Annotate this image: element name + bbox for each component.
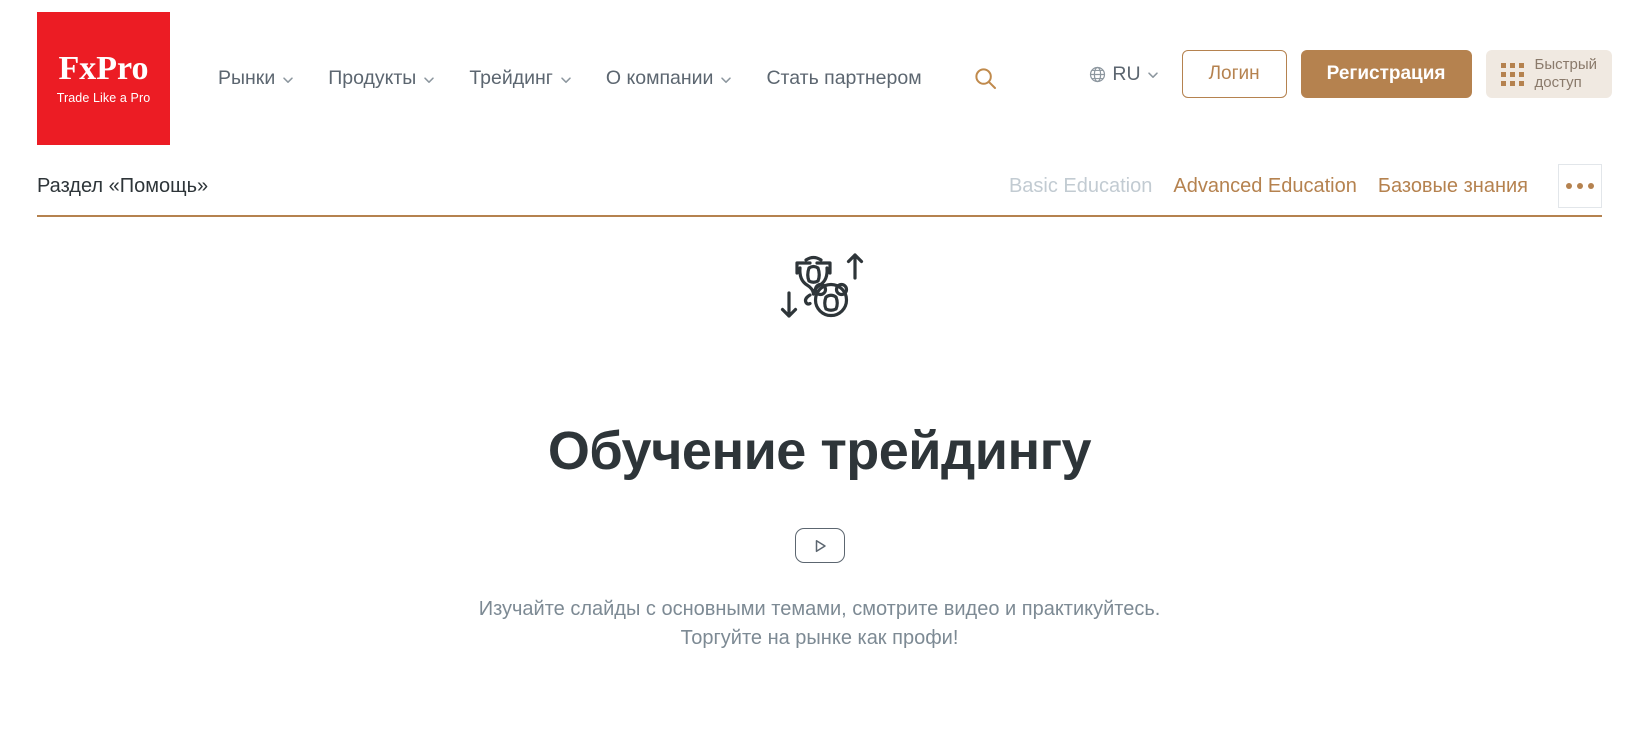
section-subnav: Раздел «Помощь» Basic Education Advanced… — [0, 157, 1639, 234]
main-navigation: Рынки Продукты Трейдинг О компании Стать — [218, 67, 997, 90]
register-button[interactable]: Регистрация — [1300, 50, 1472, 98]
subnav-tabs: Basic Education Advanced Education Базов… — [1009, 164, 1602, 208]
chevron-down-icon — [720, 74, 732, 86]
ellipsis-icon[interactable] — [1558, 164, 1602, 208]
site-header: FxPro Trade Like a Pro Рынки Продукты Тр… — [0, 0, 1639, 157]
hero-description-line-2: Торгуйте на рынке как профи! — [680, 627, 959, 649]
hero-description-line-1: Изучайте слайды с основными темами, смот… — [478, 598, 1161, 620]
chevron-down-icon — [560, 74, 572, 86]
language-value: RU — [1112, 62, 1141, 85]
tab-basic-knowledge[interactable]: Базовые знания — [1378, 175, 1528, 198]
hero-description: Изучайте слайды с основными темами, смот… — [0, 595, 1639, 653]
header-actions: RU Логин Регистрация Быстрый доступ — [1089, 50, 1612, 98]
nav-item-label: Продукты — [328, 67, 417, 89]
logo-wordmark: FxPro — [58, 50, 149, 87]
nav-item-products[interactable]: Продукты — [328, 67, 435, 90]
nav-item-trading[interactable]: Трейдинг — [469, 67, 572, 90]
quick-access-button[interactable]: Быстрый доступ — [1485, 50, 1612, 98]
login-button[interactable]: Логин — [1181, 50, 1287, 98]
fxpro-logo[interactable]: FxPro Trade Like a Pro — [37, 12, 170, 145]
globe-icon — [1089, 66, 1106, 83]
page-title: Раздел «Помощь» — [37, 174, 209, 197]
hero-section: Обучение трейдингу Изучайте слайды с осн… — [0, 234, 1639, 653]
tab-basic-education[interactable]: Basic Education — [1009, 175, 1152, 198]
grid-dots-icon — [1500, 62, 1524, 86]
hero-title: Обучение трейдингу — [547, 421, 1092, 481]
bull-bear-icon — [0, 236, 1639, 336]
nav-item-label: Стать партнером — [766, 67, 922, 89]
language-selector[interactable]: RU — [1089, 63, 1158, 86]
search-icon[interactable] — [974, 67, 997, 90]
nav-item-markets[interactable]: Рынки — [218, 67, 294, 90]
nav-item-label: Рынки — [218, 67, 276, 89]
chevron-down-icon — [423, 74, 435, 86]
play-icon[interactable] — [794, 528, 845, 563]
tab-advanced-education[interactable]: Advanced Education — [1173, 175, 1356, 198]
logo-tagline: Trade Like a Pro — [56, 91, 151, 105]
nav-item-label: О компании — [605, 67, 714, 89]
chevron-down-icon — [282, 74, 294, 86]
chevron-down-icon — [1147, 69, 1159, 81]
quick-access-label: Быстрый доступ — [1534, 56, 1598, 91]
nav-item-label: Трейдинг — [469, 67, 553, 89]
nav-item-partner[interactable]: Стать партнером — [766, 67, 921, 90]
nav-item-about[interactable]: О компании — [606, 67, 733, 90]
